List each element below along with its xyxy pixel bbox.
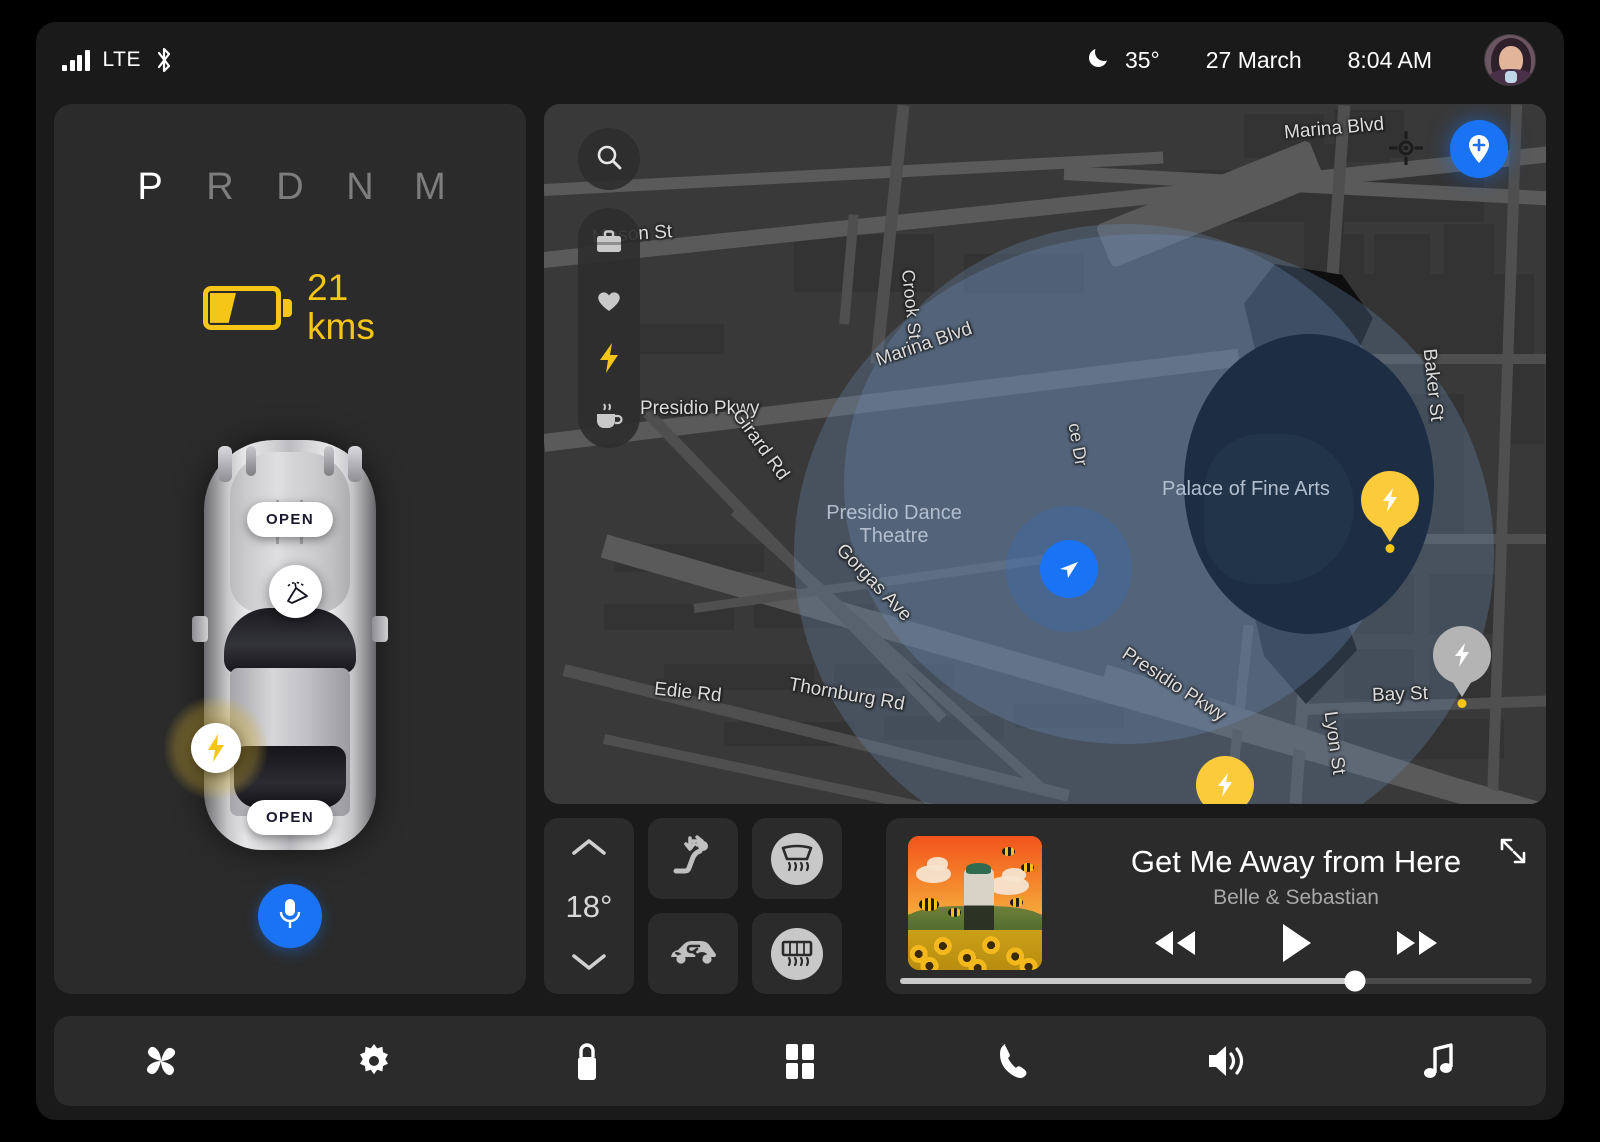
battery-icon — [203, 285, 292, 330]
rear-defrost-button[interactable] — [752, 913, 842, 994]
windshield-wiper-icon[interactable] — [269, 565, 322, 618]
rear-defrost-icon — [771, 927, 823, 980]
apps-grid-icon[interactable] — [693, 1041, 906, 1081]
air-recirculation-icon — [667, 936, 719, 971]
front-defrost-button[interactable] — [752, 818, 842, 899]
map-search-button[interactable] — [578, 128, 640, 190]
search-icon — [595, 143, 623, 176]
voice-assistant-button[interactable] — [258, 884, 322, 948]
seat-airflow-icon — [670, 835, 716, 882]
infotainment-screen: LTE 35° 27 March 8:04 AM P R D N M 21 km… — [36, 22, 1564, 1120]
hood-open-badge[interactable]: OPEN — [246, 502, 334, 537]
gear-option-d[interactable]: D — [255, 166, 325, 209]
climate-controls: 18° — [544, 818, 842, 994]
expand-diagonal-icon[interactable] — [1496, 834, 1530, 868]
play-icon[interactable] — [1279, 922, 1313, 969]
album-artwork[interactable] — [908, 836, 1042, 970]
map-base-layer — [544, 104, 1546, 804]
volume-icon[interactable] — [1120, 1042, 1333, 1080]
trunk-open-badge[interactable]: OPEN — [246, 800, 334, 835]
chevron-up-icon[interactable] — [570, 836, 608, 863]
vehicle-status-panel: P R D N M 21 kms OPEN OPEN — [54, 104, 526, 994]
coffee-cup-icon[interactable] — [593, 400, 625, 432]
network-label: LTE — [102, 48, 141, 71]
progress-fill — [900, 978, 1356, 984]
rewind-icon[interactable] — [1151, 927, 1199, 964]
add-place-pin-icon[interactable] — [1450, 120, 1508, 178]
time-label: 8:04 AM — [1347, 46, 1432, 73]
gear-option-n[interactable]: N — [325, 166, 395, 209]
moon-icon — [1087, 45, 1111, 75]
signal-bars-icon — [62, 49, 90, 71]
climate-fan-icon[interactable] — [54, 1041, 267, 1081]
media-player: Get Me Away from Here Belle & Sebastian — [886, 818, 1546, 994]
gear-option-p[interactable]: P — [115, 166, 185, 209]
avatar[interactable] — [1484, 34, 1536, 86]
microphone-icon — [277, 897, 303, 936]
gear-option-r[interactable]: R — [185, 166, 255, 209]
seat-airflow-button[interactable] — [648, 818, 738, 899]
favorites-heart-icon[interactable] — [593, 284, 625, 316]
navigation-arrow-icon — [1040, 540, 1098, 598]
phone-icon[interactable] — [907, 1041, 1120, 1081]
temperature-label: 35° — [1124, 46, 1160, 73]
charging-station-pin[interactable] — [1361, 471, 1419, 553]
date-label: 27 March — [1205, 46, 1302, 73]
charging-station-pin[interactable] — [1196, 756, 1254, 804]
charging-bolt-icon[interactable] — [593, 342, 625, 374]
temperature-stepper[interactable]: 18° — [544, 818, 634, 994]
navigation-map[interactable]: Mason St Marina Blvd Marina Blvd Crook S… — [544, 104, 1546, 804]
locate-crosshair-icon[interactable] — [1384, 126, 1428, 170]
work-briefcase-icon[interactable] — [593, 226, 625, 258]
track-artist: Belle & Sebastian — [1213, 886, 1379, 909]
gear-option-m[interactable]: M — [395, 166, 465, 209]
fast-forward-icon[interactable] — [1393, 927, 1441, 964]
temperature-value: 18° — [565, 889, 613, 924]
chevron-down-icon[interactable] — [570, 951, 608, 978]
air-recirculation-button[interactable] — [648, 913, 738, 994]
gear-selector[interactable]: P R D N M — [54, 104, 526, 209]
track-title: Get Me Away from Here — [1130, 844, 1462, 879]
battery-range-value: 21 kms — [307, 267, 375, 347]
status-bar: LTE 35° 27 March 8:04 AM — [36, 22, 1564, 98]
media-transport-controls — [1066, 922, 1526, 969]
bluetooth-icon — [154, 47, 174, 73]
media-progress-bar[interactable] — [900, 970, 1532, 992]
bottom-navigation-bar — [54, 1016, 1546, 1106]
front-defrost-icon — [771, 832, 823, 885]
lock-icon[interactable] — [480, 1040, 693, 1082]
map-category-filters[interactable] — [578, 208, 640, 448]
charging-bolt-icon[interactable] — [191, 723, 241, 773]
music-note-icon[interactable] — [1333, 1041, 1546, 1081]
progress-knob[interactable] — [1344, 970, 1366, 992]
settings-gear-icon[interactable] — [267, 1041, 480, 1081]
charging-station-pin[interactable] — [1433, 626, 1491, 708]
weather-status: 35° — [1087, 45, 1160, 75]
car-top-view: OPEN OPEN — [164, 440, 390, 850]
battery-range-indicator: 21 kms — [54, 267, 526, 347]
